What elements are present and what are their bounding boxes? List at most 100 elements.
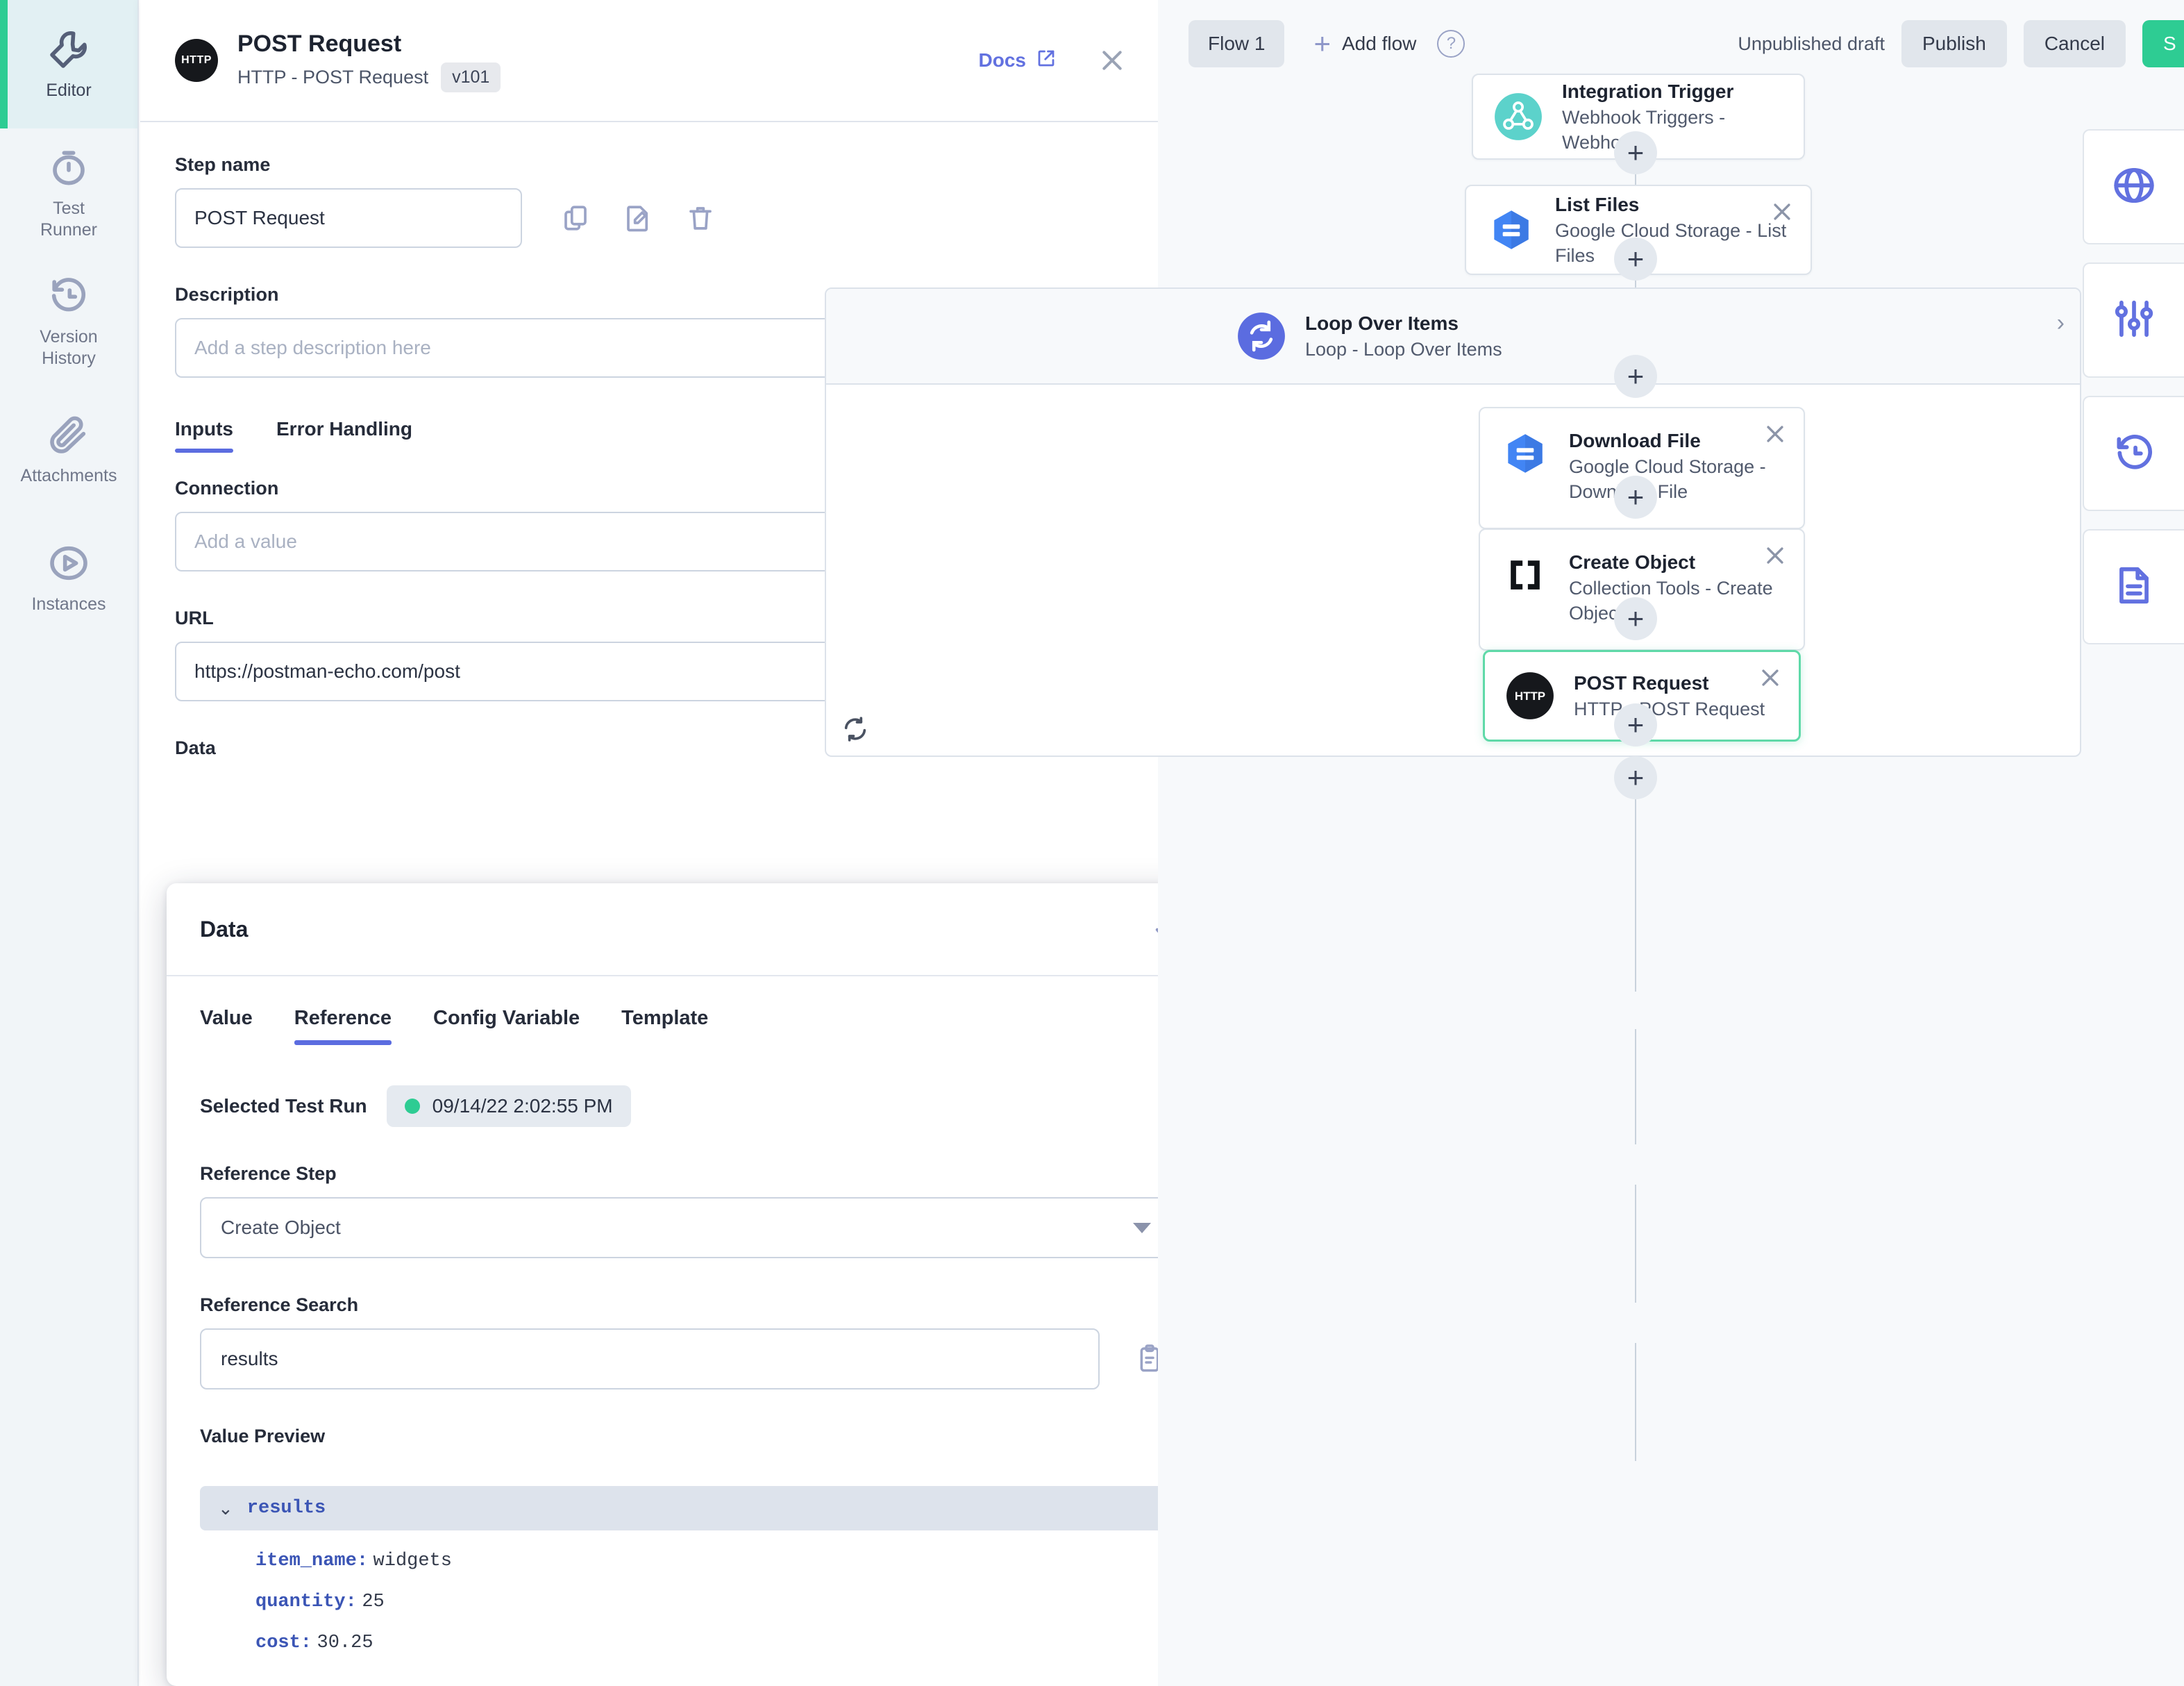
selected-test-run-chip[interactable]: 09/14/22 2:02:55 PM <box>387 1085 631 1127</box>
connector-line <box>1635 1343 1636 1424</box>
status-dot-icon <box>405 1099 420 1114</box>
left-rail: Editor TestRunner VersionHistory <box>0 0 139 1686</box>
connector-line <box>1635 1104 1636 1144</box>
sidebar-item-label: Attachments <box>21 465 117 487</box>
preview-value: 25 <box>362 1592 384 1612</box>
sidebar-item-instances[interactable]: Instances <box>0 514 137 642</box>
sidebar-item-attachments[interactable]: Attachments <box>0 385 137 514</box>
http-icon: HTTP <box>175 39 218 82</box>
publish-button[interactable]: Publish <box>1901 20 2007 67</box>
history-icon <box>47 274 91 318</box>
version-badge: v101 <box>441 62 501 92</box>
remove-node-icon[interactable] <box>1758 666 1782 690</box>
selected-test-run-label: Selected Test Run <box>200 1095 367 1117</box>
selected-test-run-row: Selected Test Run 09/14/22 2:02:55 PM <box>200 1085 1182 1127</box>
webhook-icon <box>1493 91 1544 142</box>
step-name-input[interactable]: POST Request <box>175 188 522 248</box>
reference-search-label: Reference Search <box>200 1294 1182 1316</box>
data-modal-header: Data <box>167 883 1215 976</box>
node-subtitle: Collection Tools - Create Object <box>1569 578 1773 624</box>
reference-step-select[interactable]: Create Object <box>200 1197 1172 1258</box>
cancel-button[interactable]: Cancel <box>2024 20 2126 67</box>
tab-template[interactable]: Template <box>621 1007 708 1045</box>
tab-reference[interactable]: Reference <box>294 1007 392 1045</box>
tab-error-handling[interactable]: Error Handling <box>276 418 412 453</box>
gcs-icon <box>1500 428 1551 479</box>
chevron-down-icon <box>1133 1223 1151 1233</box>
add-step-button[interactable]: + <box>1614 703 1657 746</box>
chevron-right-icon[interactable]: › <box>2057 310 2065 337</box>
remove-node-icon[interactable] <box>1770 200 1794 224</box>
value-preview-label: Value Preview <box>200 1426 1182 1447</box>
add-step-button[interactable]: + <box>1614 355 1657 398</box>
reference-step-value: Create Object <box>221 1217 341 1239</box>
remove-node-icon[interactable] <box>1763 422 1787 446</box>
reference-search-input[interactable]: results <box>200 1328 1100 1389</box>
connector-line <box>1635 1185 1636 1262</box>
sliders-icon-button[interactable] <box>2083 262 2184 378</box>
stopwatch-icon <box>47 145 91 190</box>
sidebar-item-test-runner[interactable]: TestRunner <box>0 128 137 257</box>
value-preview-root-row[interactable]: ⌄ results <box>200 1486 1172 1530</box>
copy-icon[interactable] <box>561 203 590 233</box>
loop-refresh-icon <box>841 715 869 743</box>
add-flow-label: Add flow <box>1342 33 1416 55</box>
tab-inputs[interactable]: Inputs <box>175 418 233 453</box>
remove-node-icon[interactable] <box>1763 544 1787 567</box>
step-name-label: Step name <box>175 154 1123 176</box>
node-subtitle: Loop - Loop Over Items <box>1305 339 1502 360</box>
add-flow-button[interactable]: + Add flow <box>1313 33 1416 55</box>
close-icon[interactable] <box>1097 45 1127 76</box>
connector-line <box>1635 872 1636 951</box>
connector-line <box>1635 1424 1636 1461</box>
help-icon[interactable]: ? <box>1437 30 1465 58</box>
preview-value: 30.25 <box>317 1633 373 1653</box>
node-title: POST Request <box>1574 672 1708 694</box>
brackets-icon <box>1500 549 1551 601</box>
document-icon-button[interactable] <box>2083 529 2184 644</box>
document-icon <box>2112 564 2156 610</box>
edit-icon[interactable] <box>623 203 653 233</box>
delete-icon[interactable] <box>686 203 715 233</box>
add-step-button[interactable]: + <box>1614 131 1657 174</box>
flow-tab-1[interactable]: Flow 1 <box>1188 20 1284 67</box>
connector-line <box>1635 1262 1636 1303</box>
data-modal-title: Data <box>200 917 1152 942</box>
right-toolbar <box>2083 129 2184 662</box>
sidebar-item-label: TestRunner <box>40 198 97 241</box>
preview-row: item_name: widgets <box>200 1549 1182 1571</box>
plus-icon: + <box>1313 34 1331 53</box>
status-badge: Unpublished draft <box>1738 33 1885 55</box>
add-step-button[interactable]: + <box>1614 597 1657 640</box>
connector-line <box>1635 831 1636 872</box>
sidebar-item-label: Editor <box>46 80 91 101</box>
tab-config-variable[interactable]: Config Variable <box>433 1007 580 1045</box>
sliders-icon <box>2112 297 2156 344</box>
node-title: Create Object <box>1569 551 1695 573</box>
flow-canvas: Flow 1 + Add flow ? Unpublished draft Pu… <box>1158 0 2184 1686</box>
history-icon-button[interactable] <box>2083 396 2184 511</box>
sidebar-item-label: VersionHistory <box>40 326 97 369</box>
add-step-button[interactable]: + <box>1614 237 1657 281</box>
data-modal-tabs: Value Reference Config Variable Template <box>200 1007 1182 1045</box>
add-step-button[interactable]: + <box>1614 756 1657 799</box>
sidebar-item-version-history[interactable]: VersionHistory <box>0 257 137 385</box>
http-icon: HTTP <box>1504 670 1556 721</box>
node-subtitle: Google Cloud Storage - Download File <box>1569 456 1766 502</box>
docs-link[interactable]: Docs <box>979 48 1057 74</box>
sidebar-item-editor[interactable]: Editor <box>0 0 137 128</box>
flow-node-loop-over-items[interactable]: Loop Over Items Loop - Loop Over Items › <box>826 289 2080 385</box>
selected-test-run-value: 09/14/22 2:02:55 PM <box>432 1095 613 1117</box>
tab-value[interactable]: Value <box>200 1007 253 1045</box>
node-title: Integration Trigger <box>1562 81 1733 102</box>
node-subtitle: Google Cloud Storage - List Files <box>1555 220 1786 266</box>
globe-icon <box>2112 164 2156 210</box>
data-modal: Data Value Reference Config Variable Tem… <box>167 883 1215 1686</box>
add-step-button[interactable]: + <box>1614 476 1657 519</box>
play-circle-icon <box>47 541 91 585</box>
save-button[interactable]: S <box>2142 20 2184 67</box>
preview-row: quantity: 25 <box>200 1589 1182 1612</box>
node-subtitle: HTTP - POST Request <box>1574 699 1765 719</box>
globe-icon-button[interactable] <box>2083 129 2184 244</box>
preview-value: widgets <box>373 1551 452 1571</box>
